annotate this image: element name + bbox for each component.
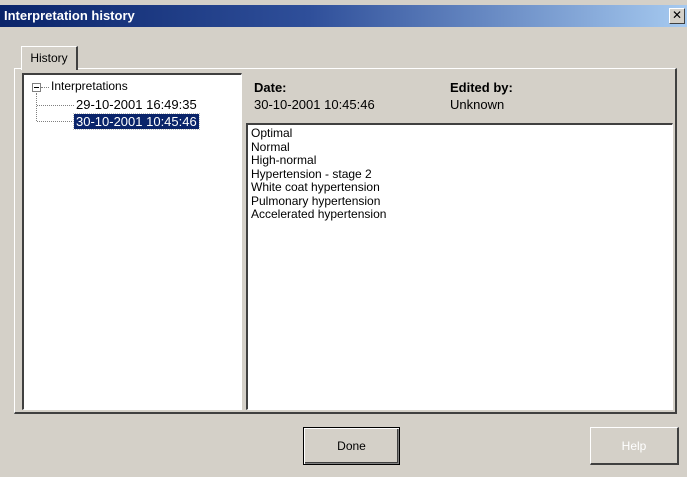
interpretation-line: Pulmonary hypertension	[251, 193, 381, 208]
tree-item-interpretation-selected[interactable]: 30-10-2001 10:45:46	[73, 113, 200, 130]
tab-history[interactable]: History	[21, 46, 78, 70]
tree-connector	[41, 87, 49, 88]
interpretation-line: High-normal	[251, 153, 317, 167]
interpretation-text-area[interactable]: Optimal Normal High-normal Hypertension …	[246, 123, 673, 410]
tree-connector	[37, 105, 74, 106]
interpretation-line: Optimal	[251, 126, 293, 140]
interpretation-line: Normal	[251, 139, 290, 154]
help-button[interactable]: Help	[590, 427, 679, 465]
done-button[interactable]: Done	[303, 427, 400, 465]
interpretation-line: White coat hypertension	[251, 180, 380, 194]
edited-by-label: Edited by:	[450, 80, 513, 95]
title-bar[interactable]: Interpretation history ✕	[0, 5, 687, 27]
tree-item-interpretation[interactable]: 29-10-2001 16:49:35	[74, 97, 199, 112]
interpretation-line: Hypertension - stage 2	[251, 166, 372, 181]
date-value: 30-10-2001 10:45:46	[254, 97, 375, 112]
tree-connector	[36, 93, 37, 121]
tree-root-interpretations[interactable]: Interpretations	[51, 79, 128, 93]
interpretations-tree[interactable]: Interpretations 29-10-2001 16:49:35 30-1…	[22, 73, 242, 410]
close-icon[interactable]: ✕	[669, 8, 685, 24]
interpretation-line: Accelerated hypertension	[251, 207, 387, 221]
interpretation-history-dialog: Interpretation history ✕ History Interpr…	[0, 0, 687, 477]
date-label: Date:	[254, 80, 287, 95]
collapse-icon[interactable]	[32, 83, 41, 92]
tree-connector	[37, 121, 74, 122]
window-title: Interpretation history	[4, 8, 135, 23]
edited-by-value: Unknown	[450, 97, 505, 112]
